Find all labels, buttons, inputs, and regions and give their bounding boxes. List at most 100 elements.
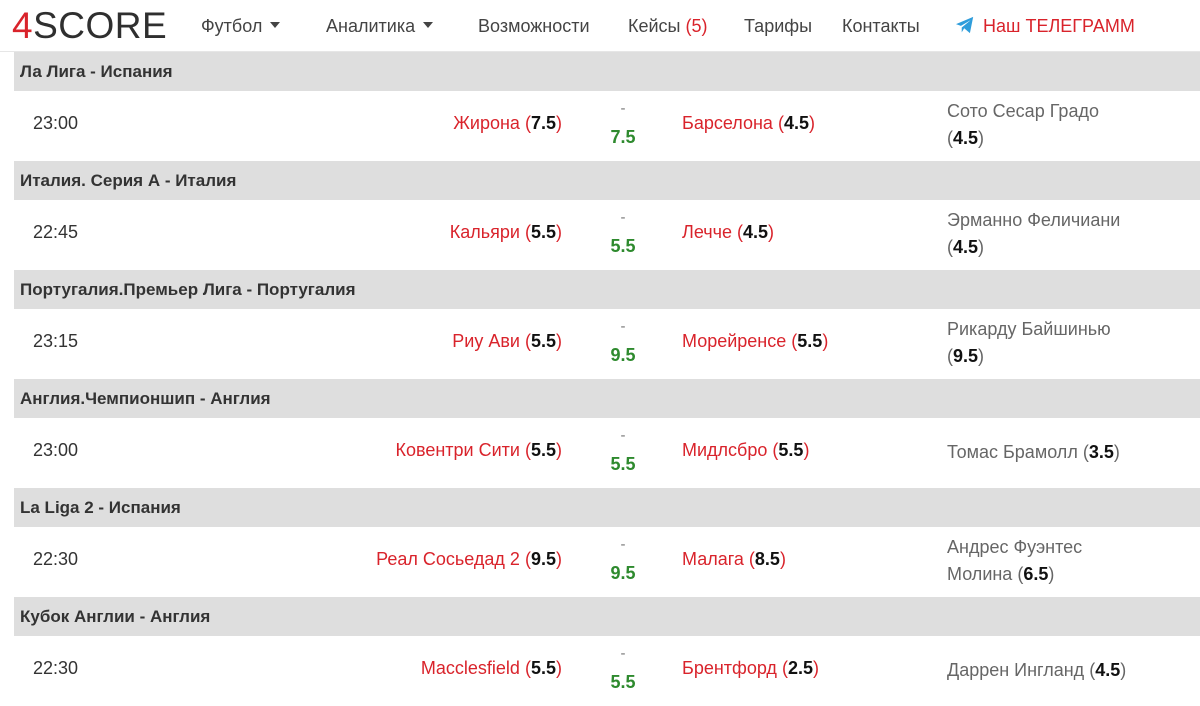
home-team-rating: 5.5 bbox=[530, 331, 556, 351]
telegram-plane-icon bbox=[956, 17, 974, 34]
score-separator: - bbox=[620, 318, 626, 335]
match-row[interactable]: 22:45 Кальяри (5.5) - 5.5 Лечче (4.5) Эр… bbox=[14, 200, 1200, 270]
nav-analytics-dropdown[interactable]: Аналитика bbox=[326, 14, 434, 38]
away-team-rating: 5.5 bbox=[797, 331, 823, 351]
home-team[interactable]: Жирона (7.5) bbox=[453, 113, 562, 134]
match-total: 5.5 bbox=[610, 454, 636, 474]
match-row[interactable]: 22:30 Реал Сосьедад 2 (9.5) - 9.5 Малага… bbox=[14, 527, 1200, 597]
away-team-rating: 5.5 bbox=[778, 440, 804, 460]
referee-rating: 3.5 bbox=[1088, 442, 1114, 462]
referee-rating: 9.5 bbox=[953, 346, 979, 366]
match-list: Ла Лига - Испания 23:00 Жирона (7.5) - 7… bbox=[14, 52, 1200, 706]
away-team-name: Лечче bbox=[682, 222, 732, 242]
home-team-name: Кальяри bbox=[449, 222, 520, 242]
nav-cases-count-badge: (5) bbox=[685, 16, 708, 36]
away-team[interactable]: Морейренсе (5.5) bbox=[682, 331, 828, 352]
league-header[interactable]: Ла Лига - Испания bbox=[14, 52, 1200, 91]
nav-telegram-label: Наш ТЕЛЕГРАММ bbox=[983, 16, 1135, 36]
nav-contacts-link[interactable]: Контакты bbox=[842, 14, 920, 38]
referee: Сото Сесар Градо (4.5) bbox=[947, 101, 1099, 148]
match-total: 5.5 bbox=[610, 672, 636, 692]
home-team-rating: 5.5 bbox=[530, 222, 556, 242]
match-time: 22:30 bbox=[33, 549, 79, 569]
away-team-rating: 4.5 bbox=[783, 113, 809, 133]
caret-down-icon bbox=[270, 22, 281, 29]
home-team-rating: 5.5 bbox=[530, 658, 556, 678]
match-time: 23:00 bbox=[33, 113, 79, 133]
league-header[interactable]: Кубок Англии - Англия bbox=[14, 597, 1200, 636]
referee-name: Андрес Фуэнтес bbox=[947, 537, 1083, 557]
score-separator: - bbox=[620, 100, 626, 117]
league-header[interactable]: Англия.Чемпионшип - Англия bbox=[14, 379, 1200, 418]
match-total: 9.5 bbox=[610, 563, 636, 583]
away-team-name: Морейренсе bbox=[682, 331, 787, 351]
referee-rating: 4.5 bbox=[953, 128, 979, 148]
away-team-name: Малага bbox=[682, 549, 744, 569]
referee: Андрес Фуэнтес Молина (6.5) bbox=[947, 537, 1083, 584]
home-team-rating: 5.5 bbox=[530, 440, 556, 460]
top-navigation-bar: 4SCORE Футбол Аналитика Возможности Кейс… bbox=[0, 0, 1200, 52]
referee-name: Даррен Ингланд bbox=[947, 660, 1085, 680]
away-team-name: Мидлсбро bbox=[682, 440, 768, 460]
match-time: 22:45 bbox=[33, 222, 79, 242]
match-row[interactable]: 22:30 Macclesfield (5.5) - 5.5 Брентфорд… bbox=[14, 636, 1200, 706]
home-team-name: Жирона bbox=[453, 113, 520, 133]
home-team[interactable]: Ковентри Сити (5.5) bbox=[395, 440, 562, 461]
home-team-name: Реал Сосьедад 2 bbox=[376, 549, 520, 569]
score-separator: - bbox=[620, 645, 626, 662]
referee-rating: 4.5 bbox=[953, 237, 979, 257]
home-team-rating: 7.5 bbox=[530, 113, 556, 133]
away-team-rating: 4.5 bbox=[743, 222, 769, 242]
league-header[interactable]: Италия. Серия А - Италия bbox=[14, 161, 1200, 200]
home-team-name: Ковентри Сити bbox=[395, 440, 520, 460]
home-team-name: Риу Ави bbox=[452, 331, 520, 351]
referee: Даррен Ингланд (4.5) bbox=[947, 660, 1127, 680]
home-team[interactable]: Реал Сосьедад 2 (9.5) bbox=[376, 549, 562, 570]
nav-cases-label: Кейсы bbox=[628, 16, 681, 36]
caret-down-icon bbox=[423, 22, 434, 29]
logo-number: 4 bbox=[12, 5, 34, 46]
away-team-name: Брентфорд bbox=[682, 658, 777, 678]
home-team-rating: 9.5 bbox=[530, 549, 556, 569]
nav-football-dropdown[interactable]: Футбол bbox=[201, 14, 281, 38]
referee-name-line2: Молина bbox=[947, 564, 1013, 584]
score-separator: - bbox=[620, 209, 626, 226]
home-team-name: Macclesfield bbox=[420, 658, 520, 678]
match-row[interactable]: 23:15 Риу Ави (5.5) - 9.5 Морейренсе (5.… bbox=[14, 309, 1200, 379]
match-time: 23:00 bbox=[33, 440, 79, 460]
referee-name: Рикарду Байшинью bbox=[947, 319, 1111, 339]
site-logo[interactable]: 4SCORE bbox=[12, 6, 167, 46]
home-team[interactable]: Macclesfield (5.5) bbox=[421, 658, 562, 679]
away-team[interactable]: Малага (8.5) bbox=[682, 549, 786, 570]
score-separator: - bbox=[620, 427, 626, 444]
match-total: 5.5 bbox=[610, 236, 636, 256]
referee-rating: 6.5 bbox=[1023, 564, 1049, 584]
league-header[interactable]: La Liga 2 - Испания bbox=[14, 488, 1200, 527]
match-time: 22:30 bbox=[33, 658, 79, 678]
away-team[interactable]: Лечче (4.5) bbox=[682, 222, 774, 243]
nav-cases-link[interactable]: Кейсы (5) bbox=[628, 14, 708, 38]
logo-wordmark: SCORE bbox=[33, 5, 168, 46]
referee-name: Сото Сесар Градо bbox=[947, 101, 1099, 121]
referee: Эрманно Феличиани (4.5) bbox=[947, 210, 1121, 257]
referee: Томас Брамолл (3.5) bbox=[947, 442, 1120, 462]
away-team[interactable]: Брентфорд (2.5) bbox=[682, 658, 819, 679]
match-time: 23:15 bbox=[33, 331, 79, 351]
home-team[interactable]: Кальяри (5.5) bbox=[450, 222, 562, 243]
referee-rating: 4.5 bbox=[1095, 660, 1121, 680]
match-row[interactable]: 23:00 Ковентри Сити (5.5) - 5.5 Мидлсбро… bbox=[14, 418, 1200, 488]
score-separator: - bbox=[620, 536, 626, 553]
nav-telegram-link[interactable]: Наш ТЕЛЕГРАММ bbox=[955, 14, 1135, 38]
away-team[interactable]: Мидлсбро (5.5) bbox=[682, 440, 809, 461]
nav-tariffs-link[interactable]: Тарифы bbox=[744, 14, 812, 38]
home-team[interactable]: Риу Ави (5.5) bbox=[452, 331, 562, 352]
nav-analytics-label: Аналитика bbox=[326, 16, 416, 36]
nav-features-link[interactable]: Возможности bbox=[478, 14, 590, 38]
away-team[interactable]: Барселона (4.5) bbox=[682, 113, 815, 134]
match-row[interactable]: 23:00 Жирона (7.5) - 7.5 Барселона (4.5)… bbox=[14, 91, 1200, 161]
match-total: 7.5 bbox=[610, 127, 636, 147]
league-header[interactable]: Португалия.Премьер Лига - Португалия bbox=[14, 270, 1200, 309]
referee: Рикарду Байшинью (9.5) bbox=[947, 319, 1111, 366]
nav-football-label: Футбол bbox=[201, 16, 263, 36]
away-team-name: Барселона bbox=[682, 113, 773, 133]
